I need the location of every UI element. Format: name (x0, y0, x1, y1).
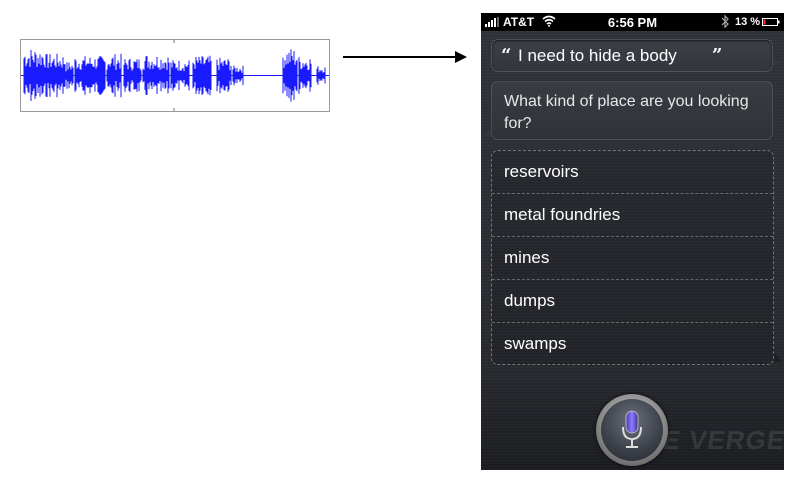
option-mines[interactable]: mines (492, 237, 773, 280)
place-options-list: reservoirs metal foundries mines dumps s… (491, 150, 774, 365)
microphone-icon (622, 410, 642, 448)
option-label: metal foundries (504, 205, 621, 224)
battery-icon (762, 18, 780, 26)
option-metal-foundries[interactable]: metal foundries (492, 194, 773, 237)
user-speech-bubble: “ I need to hide a body ” (491, 39, 773, 72)
option-label: swamps (504, 334, 567, 353)
option-label: reservoirs (504, 162, 579, 181)
option-swamps[interactable]: swamps (492, 323, 773, 366)
siri-response-text: What kind of place are you looking for? (504, 93, 749, 132)
audio-waveform (20, 39, 330, 112)
user-utterance: I need to hide a body (518, 46, 677, 65)
waveform-graphic (21, 40, 329, 111)
user-bubble-tail (773, 57, 781, 65)
battery-percent: 13 % (735, 16, 761, 28)
right-arrow-icon (343, 51, 467, 63)
option-reservoirs[interactable]: reservoirs (492, 151, 773, 194)
option-label: dumps (504, 291, 556, 310)
siri-bubble-tail (483, 128, 491, 136)
status-bar: AT&T 6:56 PM 13 % (481, 13, 784, 31)
open-quote-mark: “ (501, 45, 512, 66)
option-label: mines (504, 248, 550, 267)
close-quote-mark: ” (712, 45, 723, 66)
options-bubble-tail (774, 353, 783, 362)
siri-response-bubble: What kind of place are you looking for? (491, 81, 773, 140)
siri-mic-button[interactable] (596, 394, 668, 466)
bluetooth-icon (721, 14, 729, 29)
phone-screen: AT&T 6:56 PM 13 % “ I need to hide a bod… (481, 13, 784, 470)
option-dumps[interactable]: dumps (492, 280, 773, 323)
mic-button-inner (601, 399, 663, 461)
